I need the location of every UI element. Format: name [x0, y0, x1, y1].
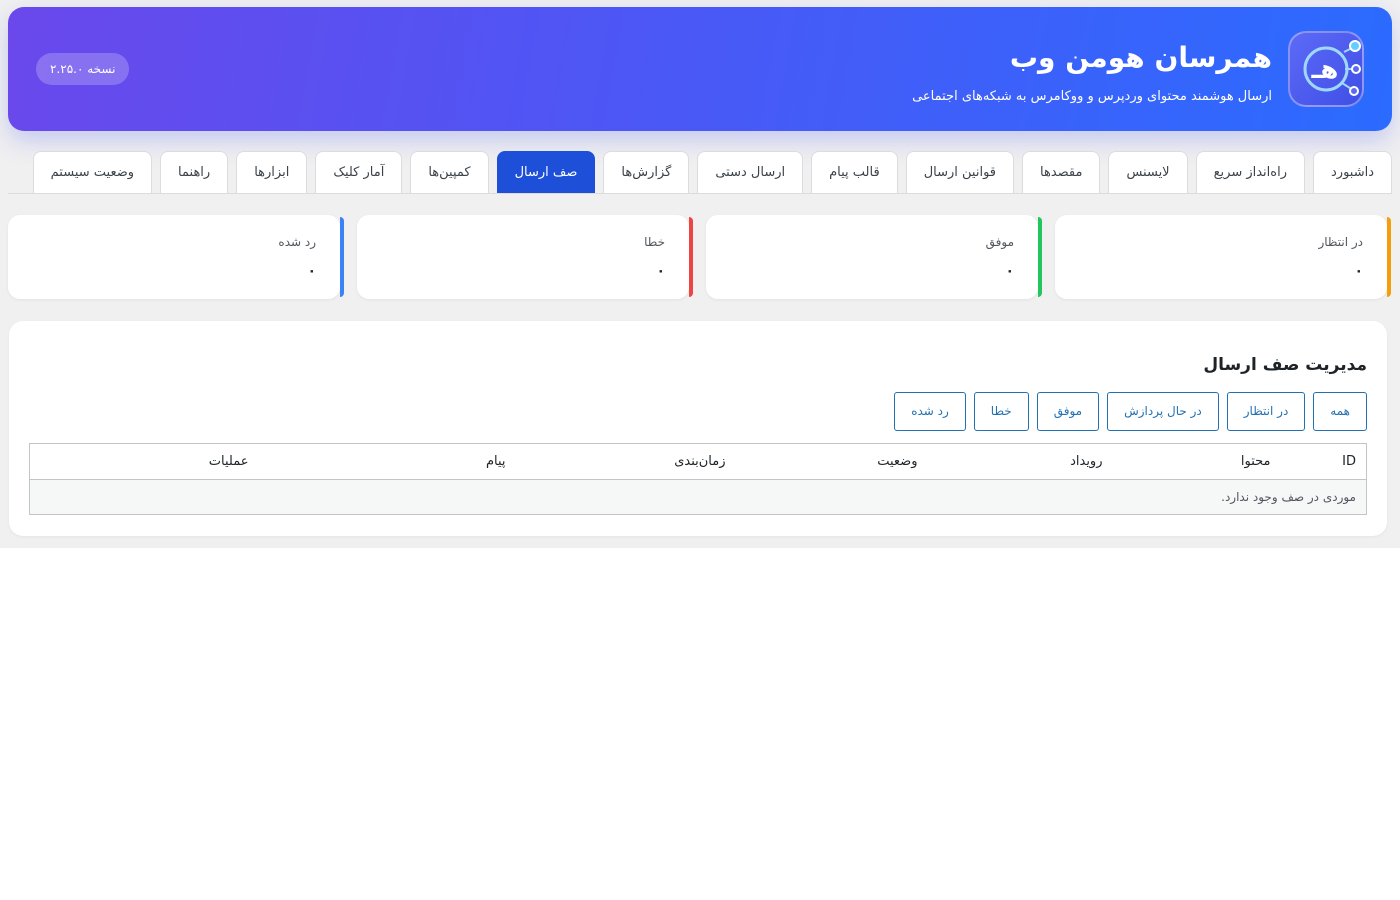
stat-value: ۰: [1354, 263, 1363, 279]
stat-value: ۰: [307, 263, 316, 279]
filter-skipped-button[interactable]: رد شده: [894, 392, 966, 431]
filter-error-button[interactable]: خطا: [973, 392, 1029, 431]
tab-tools[interactable]: ابزارها: [236, 151, 308, 193]
plugin-page: هـ همرسان هومن وب ارسال هوشمند محتوای ور…: [0, 0, 1400, 548]
filter-pending-button[interactable]: در انتظار: [1226, 392, 1306, 431]
stats-row: در انتظار ۰ موفق ۰ خطا ۰ رد شده ۰: [8, 215, 1391, 299]
tab-reports[interactable]: گزارش‌ها: [603, 151, 690, 193]
tab-manual-send[interactable]: ارسال دستی: [697, 151, 804, 193]
plugin-title: همرسان هومن وب: [1009, 41, 1272, 74]
plugin-header: هـ همرسان هومن وب ارسال هوشمند محتوای ور…: [8, 7, 1392, 131]
version-badge: نسخه ۲.۲۵.۰: [36, 53, 130, 85]
column-header-schedule: زمان‌بندی: [515, 443, 736, 480]
stat-accent-bar: [1038, 217, 1042, 297]
share-network-logo-icon: هـ: [1288, 31, 1364, 107]
tab-message-template[interactable]: قالب پیام: [811, 151, 898, 193]
stat-label: رد شده: [278, 235, 316, 249]
queue-panel: مدیریت صف ارسال همه در انتظار در حال پرد…: [9, 321, 1387, 536]
tab-help[interactable]: راهنما: [160, 151, 229, 193]
tab-campaigns[interactable]: کمپین‌ها: [410, 151, 489, 193]
queue-title: مدیریت صف ارسال: [1203, 355, 1367, 375]
tab-click-stats[interactable]: آمار کلیک: [315, 151, 403, 193]
tab-license[interactable]: لایسنس: [1108, 151, 1188, 193]
table-header-row: ID محتوا رویداد وضعیت زمان‌بندی پیام عمل…: [29, 443, 1367, 480]
stat-accent-bar: [689, 217, 693, 297]
stat-label: خطا: [644, 235, 665, 249]
queue-filters: همه در انتظار در حال پردازش موفق خطا رد …: [894, 392, 1367, 431]
stat-card-error: خطا ۰: [357, 215, 693, 299]
stat-label: موفق: [985, 235, 1014, 249]
stat-card-success: موفق ۰: [706, 215, 1042, 299]
column-header-actions: عملیات: [29, 443, 259, 480]
column-header-content: محتوا: [1112, 443, 1281, 480]
column-header-status: وضعیت: [735, 443, 928, 480]
stat-card-skipped: رد شده ۰: [8, 215, 344, 299]
table-row: موردی در صف وجود ندارد.: [29, 479, 1367, 515]
stat-label: در انتظار: [1318, 235, 1363, 249]
empty-queue-message: موردی در صف وجود ندارد.: [29, 479, 1367, 515]
filter-processing-button[interactable]: در حال پردازش: [1107, 392, 1219, 431]
stat-accent-bar: [340, 217, 344, 297]
tab-destinations[interactable]: مقصدها: [1022, 151, 1101, 193]
queue-table: ID محتوا رویداد وضعیت زمان‌بندی پیام عمل…: [29, 443, 1367, 515]
tab-quick-setup[interactable]: راه‌انداز سریع: [1195, 151, 1305, 193]
stat-accent-bar: [1387, 217, 1391, 297]
svg-text:هـ: هـ: [1311, 55, 1339, 85]
plugin-subtitle: ارسال هوشمند محتوای وردپرس و ووکامرس به …: [912, 89, 1272, 104]
tab-dashboard[interactable]: داشبورد: [1313, 151, 1392, 193]
filter-all-button[interactable]: همه: [1313, 392, 1367, 431]
filter-success-button[interactable]: موفق: [1036, 392, 1100, 431]
tab-send-queue[interactable]: صف ارسال: [496, 151, 596, 193]
stat-card-pending: در انتظار ۰: [1055, 215, 1391, 299]
column-header-event: رویداد: [927, 443, 1113, 480]
column-header-message: پیام: [258, 443, 516, 480]
tabs-divider: [8, 193, 1392, 194]
column-header-id: ID: [1280, 443, 1367, 480]
nav-tabs: داشبورد راه‌انداز سریع لایسنس مقصدها قوا…: [32, 151, 1392, 193]
stat-value: ۰: [1005, 263, 1014, 279]
stat-value: ۰: [656, 263, 665, 279]
tab-send-rules[interactable]: قوانین ارسال: [905, 151, 1015, 193]
tab-system-status[interactable]: وضعیت سیستم: [32, 151, 153, 193]
